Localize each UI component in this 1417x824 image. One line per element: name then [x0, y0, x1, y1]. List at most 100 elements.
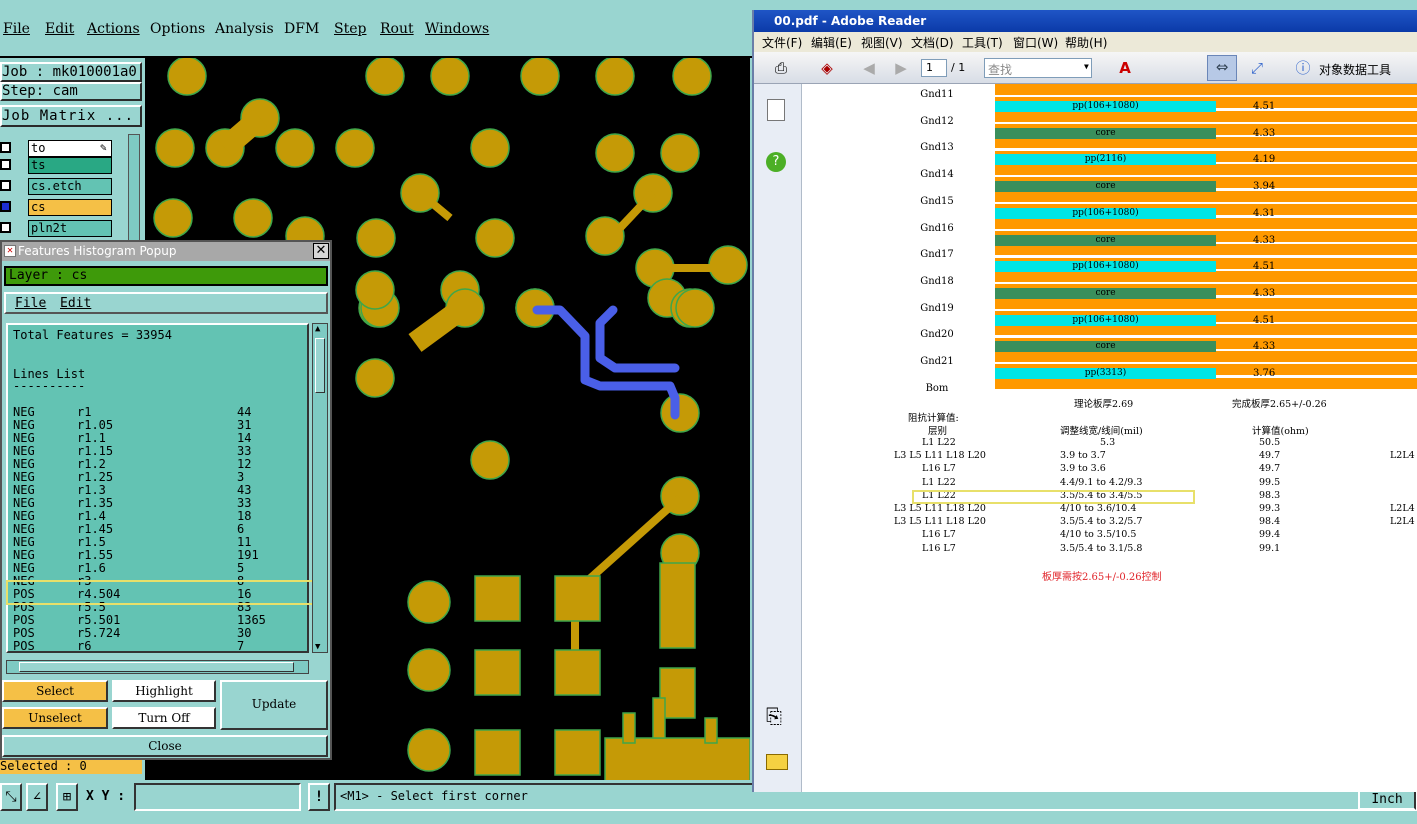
dielectric-row: pp(106+1080) 4.31: [995, 207, 1417, 219]
menu-options-label: Options: [150, 21, 206, 37]
reader-menu-document[interactable]: 文档(D): [911, 34, 954, 51]
popup-menu-edit[interactable]: Edit: [60, 296, 91, 311]
window-menu-icon[interactable]: ✕: [4, 245, 16, 257]
menu-dfm[interactable]: DFM: [284, 21, 319, 37]
menu-edit-label: Edit: [45, 21, 75, 37]
fit-page-icon[interactable]: ⤢: [1246, 57, 1268, 79]
feature-cnt[interactable]: 7: [237, 640, 244, 652]
object-data-tool[interactable]: 对象数据工具: [1319, 61, 1391, 78]
pan-icon[interactable]: ⤡: [0, 783, 22, 811]
update-button[interactable]: Update: [220, 680, 328, 730]
print-icon[interactable]: ⎙: [770, 57, 792, 79]
fit-width-icon[interactable]: ⇔: [1207, 55, 1237, 81]
impedance-layer: L16 L7: [922, 529, 956, 541]
prev-page-icon[interactable]: ◀: [858, 57, 880, 79]
object-data-icon[interactable]: ⓘ: [1292, 57, 1314, 79]
xy-input[interactable]: [134, 783, 301, 811]
impedance-ref: L2L4: [1390, 450, 1415, 462]
attachment-icon[interactable]: ⎘: [766, 704, 782, 728]
layer-row-pln2t[interactable]: pln2t: [0, 220, 112, 237]
layer-name[interactable]: cs.etch: [28, 178, 112, 195]
chevron-down-icon[interactable]: ▼: [1084, 62, 1089, 71]
reader-menu-help[interactable]: 帮助(H): [1065, 34, 1107, 51]
dielectric-row: pp(2116) 4.19: [995, 154, 1417, 166]
layer-row-ts[interactable]: ts: [0, 157, 112, 174]
next-page-icon[interactable]: ▶: [890, 57, 912, 79]
feature-sym[interactable]: r6: [77, 640, 91, 652]
scroll-thumb[interactable]: [19, 662, 294, 672]
select-button[interactable]: Select: [2, 680, 108, 702]
popup-menu-file[interactable]: File: [15, 296, 46, 311]
reader-menu-file[interactable]: 文件(F): [762, 34, 802, 51]
layer-row-to[interactable]: to ✎: [0, 140, 112, 157]
impedance-value: 49.7: [1259, 450, 1281, 462]
reader-menu-view[interactable]: 视图(V): [861, 34, 903, 51]
list-vertical-scrollbar[interactable]: ▲ ▼: [312, 323, 328, 653]
copper-band: [995, 377, 1417, 389]
list-divider: ----------: [13, 379, 86, 393]
layer-checkbox[interactable]: [0, 159, 11, 170]
comments-icon[interactable]: [766, 754, 788, 770]
layer-row-cs[interactable]: cs: [0, 199, 112, 216]
unselect-button[interactable]: Unselect: [2, 707, 108, 729]
close-icon[interactable]: ✕: [313, 243, 329, 259]
stack-layer-label: Gnd16: [920, 222, 954, 234]
page-number-input[interactable]: 1: [921, 59, 947, 77]
reader-menu-edit[interactable]: 编辑(E): [811, 34, 852, 51]
dielectric-material: pp(106+1080): [995, 261, 1216, 273]
impedance-layer: L16 L7: [922, 542, 956, 554]
dielectric-row: core 4.33: [995, 234, 1417, 246]
highlight-button[interactable]: Highlight: [112, 680, 216, 702]
layer-name[interactable]: cs: [28, 199, 112, 216]
menu-windows[interactable]: Windows: [425, 21, 489, 37]
xy-label: X Y :: [86, 789, 126, 804]
info-icon[interactable]: !: [308, 783, 330, 811]
layer-checkbox[interactable]: [0, 180, 11, 191]
menu-analysis[interactable]: Analysis: [215, 21, 274, 37]
layer-row-cs-etch[interactable]: cs.etch: [0, 178, 112, 195]
dielectric-row: core 4.33: [995, 127, 1417, 139]
layer-checkbox[interactable]: [0, 142, 11, 153]
dielectric-material: core: [995, 287, 1216, 299]
turn-off-button[interactable]: Turn Off: [112, 707, 216, 729]
layer-checkbox[interactable]: [0, 201, 11, 212]
menu-rout[interactable]: Rout: [380, 21, 414, 37]
pages-icon[interactable]: [767, 99, 785, 121]
dielectric-row: pp(106+1080) 4.51: [995, 314, 1417, 326]
measure-icon[interactable]: ∠: [26, 783, 48, 811]
dielectric-thickness: 4.33: [1253, 287, 1276, 299]
impedance-layer: L3 L5 L11 L18 L20: [894, 503, 986, 514]
menu-actions[interactable]: Actions: [87, 21, 140, 37]
prompt-text: <M1> - Select first corner: [340, 789, 528, 803]
list-horizontal-scrollbar[interactable]: [6, 660, 309, 674]
pdf-document[interactable]: Gnd11 Gnd12 Gnd13 Gnd14 Gnd15 Gnd16 Gnd17 Gnd18…: [802, 84, 1417, 792]
menu-edit[interactable]: Edit: [45, 21, 74, 37]
layer-checkbox[interactable]: [0, 222, 11, 233]
layer-name[interactable]: ts: [28, 157, 112, 174]
copper-band: [995, 244, 1417, 256]
features-histogram-popup: Features Histogram Popup ✕ ✕ Layer : cs …: [0, 240, 332, 760]
acrobat-icon[interactable]: A: [1114, 57, 1136, 79]
layer-name[interactable]: pln2t: [28, 220, 112, 237]
copper-band: [995, 110, 1417, 122]
menu-file[interactable]: File: [3, 21, 30, 37]
scroll-thumb[interactable]: [315, 338, 325, 393]
reader-menu-tools[interactable]: 工具(T): [962, 34, 1003, 51]
imp-header-layer: 层别: [928, 426, 948, 437]
scroll-up-icon[interactable]: ▲: [315, 324, 320, 334]
scroll-down-icon[interactable]: ▼: [315, 642, 320, 652]
help-icon[interactable]: ?: [766, 152, 786, 172]
menu-options[interactable]: Options: [150, 21, 205, 37]
grid-icon[interactable]: ⊞: [56, 783, 78, 811]
job-matrix-button[interactable]: Job Matrix ...: [0, 105, 142, 127]
feature-pol[interactable]: POS: [13, 640, 35, 652]
close-button[interactable]: Close: [2, 735, 328, 757]
dielectric-thickness: 4.31: [1253, 207, 1276, 219]
search-input[interactable]: 查找: [984, 58, 1092, 78]
adobe-reader-window: ✦ 00.pdf - Adobe Reader 文件(F) 编辑(E) 视图(V…: [752, 10, 1417, 792]
menu-step[interactable]: Step: [334, 21, 366, 37]
paint-icon[interactable]: ◈: [816, 57, 838, 79]
copper-band: [995, 84, 1417, 95]
units-button[interactable]: Inch: [1358, 790, 1416, 810]
reader-menu-window[interactable]: 窗口(W): [1013, 34, 1058, 51]
